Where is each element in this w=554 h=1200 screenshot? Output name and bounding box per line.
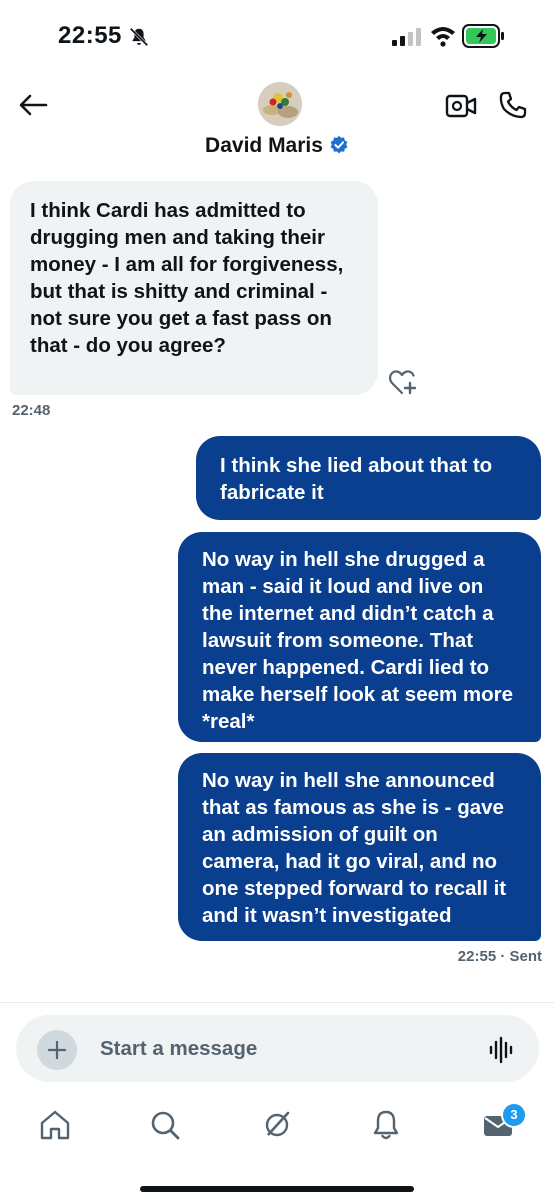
avatar-image: [258, 82, 302, 126]
search-icon[interactable]: [148, 1108, 182, 1142]
plus-icon: [47, 1040, 67, 1060]
home-indicator: [140, 1186, 414, 1192]
message-bubble-outgoing[interactable]: No way in hell she drugged a man - said …: [178, 532, 541, 742]
phone-call-icon[interactable]: [498, 90, 528, 120]
composer-divider: [0, 1002, 554, 1003]
message-input-placeholder[interactable]: Start a message: [100, 1037, 257, 1061]
contact-name: David Maris: [205, 134, 323, 157]
verified-badge-icon: [330, 135, 348, 154]
voice-message-icon[interactable]: [489, 1036, 515, 1064]
grok-icon[interactable]: [260, 1108, 294, 1142]
message-bubble-outgoing[interactable]: No way in hell she announced that as fam…: [178, 753, 541, 941]
video-call-icon[interactable]: [445, 92, 477, 120]
wifi-icon: [431, 27, 455, 47]
message-composer[interactable]: [16, 1015, 539, 1082]
message-sent-status: 22:55 · Sent: [457, 948, 542, 965]
home-icon[interactable]: [38, 1108, 72, 1142]
contact-name-row[interactable]: David Maris: [0, 134, 554, 158]
add-media-button[interactable]: [37, 1030, 77, 1070]
add-reaction-icon[interactable]: [388, 368, 418, 396]
notifications-bell-icon[interactable]: [369, 1108, 403, 1142]
status-bar-time: 22:55: [58, 22, 122, 49]
cellular-signal-icon: [392, 28, 421, 46]
battery-charging-icon: [462, 24, 504, 48]
back-arrow-icon[interactable]: [18, 92, 48, 118]
bell-muted-icon: [129, 27, 149, 47]
messages-unread-badge: 3: [501, 1102, 527, 1128]
avatar[interactable]: [258, 82, 302, 126]
message-timestamp: 22:48: [12, 402, 51, 419]
message-bubble-outgoing[interactable]: I think she lied about that to fabricate…: [196, 436, 541, 520]
message-bubble-incoming[interactable]: I think Cardi has admitted to drugging m…: [10, 181, 378, 395]
